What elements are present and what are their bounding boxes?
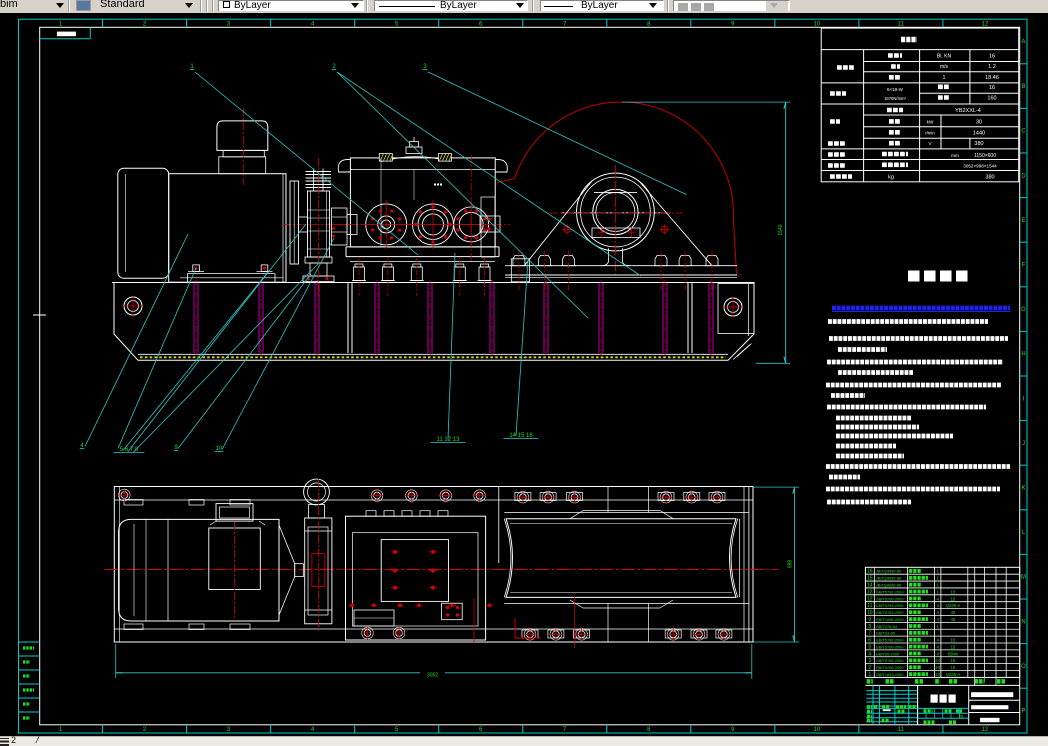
svg-text:Q235-A: Q235-A <box>946 603 961 608</box>
svg-text:65Mn: 65Mn <box>948 651 959 656</box>
svg-text:11: 11 <box>898 21 905 27</box>
svg-text:15: 15 <box>951 596 956 601</box>
svg-text:1: 1 <box>943 75 946 81</box>
svg-text:kg: kg <box>959 714 964 719</box>
svg-text:GB/T276-94: GB/T276-94 <box>876 624 898 629</box>
svg-text:JB/ZQ4390-86: JB/ZQ4390-86 <box>876 583 901 588</box>
svg-text:Q235-A: Q235-A <box>946 672 961 677</box>
svg-text:GB/T5783-2000: GB/T5783-2000 <box>876 603 905 608</box>
svg-text:E: E <box>1021 218 1025 224</box>
svg-text:K: K <box>1021 486 1025 492</box>
svg-text:10: 10 <box>814 727 821 733</box>
svg-text:18.46: 18.46 <box>985 75 999 81</box>
svg-text:15: 15 <box>951 589 956 594</box>
svg-text:12: 12 <box>982 21 989 27</box>
svg-text:15: 15 <box>951 658 956 663</box>
svg-text:N: N <box>1021 619 1025 625</box>
svg-text:6: 6 <box>868 638 871 644</box>
svg-text:JB/ZQ4390-86: JB/ZQ4390-86 <box>876 576 901 581</box>
svg-text:r/min: r/min <box>925 130 935 135</box>
svg-text:998: 998 <box>788 560 794 569</box>
svg-text:10: 10 <box>867 610 873 616</box>
svg-text:12: 12 <box>867 596 873 602</box>
svg-text:kW: kW <box>927 120 934 125</box>
svg-text:45: 45 <box>951 610 956 615</box>
svg-text:GB/T95-2000: GB/T95-2000 <box>876 651 900 656</box>
svg-text:1870N/mm²: 1870N/mm² <box>884 96 906 101</box>
svg-text:1150×600: 1150×600 <box>974 153 996 159</box>
svg-text:YB2XXL-4: YB2XXL-4 <box>955 108 981 114</box>
svg-text:4: 4 <box>868 651 871 657</box>
svg-text:GB/T5780-2000: GB/T5780-2000 <box>876 658 905 663</box>
svg-text:3: 3 <box>868 658 871 664</box>
svg-text:380: 380 <box>974 141 983 147</box>
svg-text:16: 16 <box>867 569 873 575</box>
svg-text:GB/T5780-2000: GB/T5780-2000 <box>876 665 905 670</box>
svg-text:8: 8 <box>868 624 871 630</box>
svg-text:24: 24 <box>935 658 940 663</box>
svg-text:11: 11 <box>898 727 905 733</box>
svg-text:1440: 1440 <box>973 130 985 136</box>
svg-text:10: 10 <box>814 21 821 27</box>
svg-text:15: 15 <box>951 665 956 670</box>
svg-text:24: 24 <box>935 672 940 677</box>
svg-text:GB/T5782-2000: GB/T5782-2000 <box>876 589 905 594</box>
svg-text:kg: kg <box>888 174 894 180</box>
svg-text:GB/T93-86: GB/T93-86 <box>876 631 895 636</box>
svg-text:M: M <box>1021 575 1026 581</box>
svg-text:15: 15 <box>951 644 956 649</box>
svg-text:J: J <box>1022 441 1025 447</box>
svg-text:mm: mm <box>951 153 959 158</box>
svg-text:15: 15 <box>867 576 873 582</box>
svg-text:1540: 1540 <box>778 224 784 235</box>
svg-text:5: 5 <box>868 644 871 650</box>
svg-text:GB/T5782-2000: GB/T5782-2000 <box>876 638 905 643</box>
svg-text:14: 14 <box>867 583 873 589</box>
svg-text:1.2: 1.2 <box>988 64 996 70</box>
svg-text:B: B <box>1021 84 1025 90</box>
svg-text:24: 24 <box>935 665 940 670</box>
svg-text:1: 1 <box>868 672 871 678</box>
svg-text:45: 45 <box>951 617 956 622</box>
svg-text:15: 15 <box>951 638 956 643</box>
svg-text:P: P <box>1021 709 1025 715</box>
svg-text:GB/T5780-2000: GB/T5780-2000 <box>876 644 905 649</box>
svg-text:GB/T1853-2000: GB/T1853-2000 <box>876 672 905 677</box>
svg-text:12: 12 <box>982 727 989 733</box>
svg-text:160: 160 <box>987 96 996 102</box>
svg-text:F: F <box>1022 263 1026 269</box>
svg-text:3052×998×1544: 3052×998×1544 <box>963 164 997 169</box>
svg-text:16: 16 <box>989 85 995 91</box>
svg-text:9: 9 <box>868 617 871 623</box>
svg-text:C: C <box>1021 129 1026 135</box>
svg-text:16: 16 <box>989 54 995 60</box>
svg-text:11: 11 <box>867 603 872 609</box>
svg-text:D: D <box>1021 173 1026 179</box>
svg-text:Bl. KN: Bl. KN <box>937 54 952 60</box>
svg-text:G: G <box>1021 307 1026 313</box>
svg-text:A: A <box>1021 40 1025 46</box>
svg-text:O: O <box>1021 664 1026 670</box>
svg-text:m/s: m/s <box>940 64 949 70</box>
svg-text:7: 7 <box>868 631 871 637</box>
svg-text:6×19-W: 6×19-W <box>887 87 904 92</box>
svg-text:GB/T5783-2000: GB/T5783-2000 <box>876 610 905 615</box>
svg-text:3052: 3052 <box>427 673 438 679</box>
svg-text:30: 30 <box>976 120 982 126</box>
svg-text:GB/T1096-2003: GB/T1096-2003 <box>876 617 904 622</box>
svg-text:JB/ZQ4390-86: JB/ZQ4390-86 <box>876 569 901 574</box>
svg-text:13: 13 <box>867 589 873 595</box>
svg-text:380: 380 <box>985 174 994 180</box>
svg-text:H: H <box>1021 352 1025 358</box>
svg-text:GB/T5780-2000: GB/T5780-2000 <box>876 596 905 601</box>
svg-text:2: 2 <box>868 665 871 671</box>
